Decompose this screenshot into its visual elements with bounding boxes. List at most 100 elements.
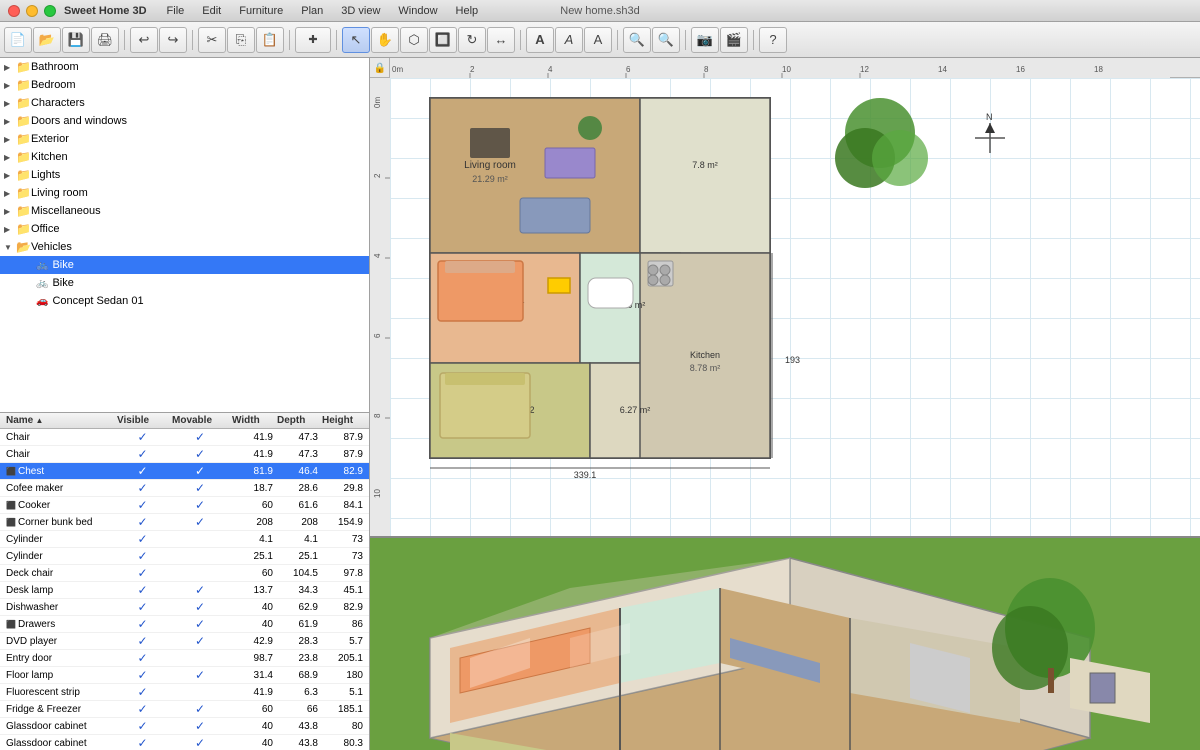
- select-tool[interactable]: ↖: [342, 27, 370, 53]
- add-furniture-button[interactable]: ✚: [295, 27, 331, 53]
- svg-text:0m: 0m: [392, 65, 403, 74]
- tree-office[interactable]: ▶ 📁 Office: [0, 220, 369, 238]
- furn-name: Chair: [4, 449, 115, 460]
- furniture-row[interactable]: Entry door ✓ 98.7 23.8 205.1: [0, 650, 369, 667]
- print-button[interactable]: 🖨: [91, 27, 119, 53]
- furn-width: 31.4: [230, 670, 275, 681]
- furniture-row[interactable]: ⬛Corner bunk bed ✓ ✓ 208 208 154.9: [0, 514, 369, 531]
- furniture-row[interactable]: Chair ✓ ✓ 41.9 47.3 87.9: [0, 446, 369, 463]
- furniture-row[interactable]: Cofee maker ✓ ✓ 18.7 28.6 29.8: [0, 480, 369, 497]
- furn-name: Cofee maker: [4, 483, 115, 494]
- movable-check: ✓: [195, 583, 205, 597]
- text-tool[interactable]: A: [526, 27, 554, 53]
- snapshot-button[interactable]: 📷: [691, 27, 719, 53]
- tree-bedroom[interactable]: ▶ 📁 Bedroom: [0, 76, 369, 94]
- menu-file[interactable]: File: [159, 4, 193, 18]
- furn-height: 86: [320, 619, 365, 630]
- tree-misc[interactable]: ▶ 📁 Miscellaneous: [0, 202, 369, 220]
- view-2d[interactable]: 🔒 0m 2 4 6 8 10 12 14 16 18: [370, 58, 1200, 538]
- furn-name: Floor lamp: [4, 670, 115, 681]
- furniture-row[interactable]: Floor lamp ✓ ✓ 31.4 68.9 180: [0, 667, 369, 684]
- movable-check: ✓: [195, 668, 205, 682]
- header-width[interactable]: Width: [230, 415, 275, 426]
- furn-name: Fridge & Freezer: [4, 704, 115, 715]
- create-room-tool[interactable]: ⬡: [400, 27, 428, 53]
- furniture-row[interactable]: Chair ✓ ✓ 41.9 47.3 87.9: [0, 429, 369, 446]
- tree-kitchen[interactable]: ▶ 📁 Kitchen: [0, 148, 369, 166]
- furniture-tree[interactable]: ▶ 📁 Bathroom ▶ 📁 Bedroom ▶ 📁 Characters …: [0, 58, 369, 413]
- furniture-row[interactable]: ⬛Chest ✓ ✓ 81.9 46.4 82.9: [0, 463, 369, 480]
- minimize-button[interactable]: [26, 5, 38, 17]
- tree-label-bike1: Bike: [52, 259, 73, 271]
- tree-sedan[interactable]: 🚗 Concept Sedan 01: [0, 292, 369, 310]
- close-button[interactable]: [8, 5, 20, 17]
- zoom-in-button[interactable]: 🔍: [652, 27, 680, 53]
- floorplan-area[interactable]: 339.1 193 218.4 335.4 265.4 449.6 363.6 …: [390, 78, 1200, 536]
- furn-depth: 43.8: [275, 738, 320, 749]
- zoom-out-button[interactable]: 🔍: [623, 27, 651, 53]
- tree-exterior[interactable]: ▶ 📁 Exterior: [0, 130, 369, 148]
- help-button[interactable]: ?: [759, 27, 787, 53]
- tree-vehicles[interactable]: ▼ 📂 Vehicles: [0, 238, 369, 256]
- menu-3dview[interactable]: 3D view: [333, 4, 388, 18]
- furniture-row[interactable]: Desk lamp ✓ ✓ 13.7 34.3 45.1: [0, 582, 369, 599]
- toolbar-separator-8: [753, 30, 754, 50]
- furn-height: 80: [320, 721, 365, 732]
- furniture-row[interactable]: ⬛Cooker ✓ ✓ 60 61.6 84.1: [0, 497, 369, 514]
- svg-text:Living room: Living room: [464, 160, 516, 171]
- header-name[interactable]: Name: [4, 415, 115, 426]
- cut-button[interactable]: ✂: [198, 27, 226, 53]
- menu-furniture[interactable]: Furniture: [231, 4, 291, 18]
- tree-characters[interactable]: ▶ 📁 Characters: [0, 94, 369, 112]
- menu-help[interactable]: Help: [448, 4, 487, 18]
- furniture-row[interactable]: Deck chair ✓ 60 104.5 97.8: [0, 565, 369, 582]
- tree-bike1[interactable]: 🚲 Bike: [0, 256, 369, 274]
- furniture-row[interactable]: Cylinder ✓ 4.1 4.1 73: [0, 531, 369, 548]
- tree-living[interactable]: ▶ 📁 Living room: [0, 184, 369, 202]
- new-button[interactable]: 📄: [4, 27, 32, 53]
- furniture-row[interactable]: Dishwasher ✓ ✓ 40 62.9 82.9: [0, 599, 369, 616]
- tree-doors[interactable]: ▶ 📁 Doors and windows: [0, 112, 369, 130]
- view-3d[interactable]: [370, 538, 1200, 750]
- furniture-row[interactable]: Glassdoor cabinet ✓ ✓ 40 43.8 80.3: [0, 735, 369, 750]
- tree-bike2[interactable]: 🚲 Bike: [0, 274, 369, 292]
- furn-depth: 34.3: [275, 585, 320, 596]
- furn-depth: 68.9: [275, 670, 320, 681]
- tree-bathroom[interactable]: ▶ 📁 Bathroom: [0, 58, 369, 76]
- save-button[interactable]: 💾: [62, 27, 90, 53]
- text-size-tool[interactable]: A: [584, 27, 612, 53]
- video-button[interactable]: 🎬: [720, 27, 748, 53]
- movable-check: ✓: [195, 617, 205, 631]
- menu-window[interactable]: Window: [390, 4, 445, 18]
- furn-visible: ✓: [115, 668, 170, 682]
- furniture-row[interactable]: ⬛Drawers ✓ ✓ 40 61.9 86: [0, 616, 369, 633]
- furniture-row[interactable]: Fridge & Freezer ✓ ✓ 60 66 185.1: [0, 701, 369, 718]
- furniture-row[interactable]: Cylinder ✓ 25.1 25.1 73: [0, 548, 369, 565]
- undo-button[interactable]: ↩: [130, 27, 158, 53]
- paste-button[interactable]: 📋: [256, 27, 284, 53]
- zoom-button[interactable]: [44, 5, 56, 17]
- rotate-tool[interactable]: ↻: [458, 27, 486, 53]
- furn-visible: ✓: [115, 532, 170, 546]
- dimension-tool[interactable]: ↔: [487, 27, 515, 53]
- header-movable[interactable]: Movable: [170, 415, 230, 426]
- title-bar: Sweet Home 3D File Edit Furniture Plan 3…: [0, 0, 1200, 22]
- text-style-tool[interactable]: A: [555, 27, 583, 53]
- header-visible[interactable]: Visible: [115, 415, 170, 426]
- header-height[interactable]: Height: [320, 415, 365, 426]
- redo-button[interactable]: ↪: [159, 27, 187, 53]
- visible-check: ✓: [137, 651, 147, 665]
- tree-lights[interactable]: ▶ 📁 Lights: [0, 166, 369, 184]
- furniture-row[interactable]: DVD player ✓ ✓ 42.9 28.3 5.7: [0, 633, 369, 650]
- furn-visible: ✓: [115, 600, 170, 614]
- furniture-row[interactable]: Fluorescent strip ✓ 41.9 6.3 5.1: [0, 684, 369, 701]
- furniture-list[interactable]: Name Visible Movable Width Depth Height …: [0, 413, 369, 750]
- copy-button[interactable]: ⎘: [227, 27, 255, 53]
- menu-plan[interactable]: Plan: [293, 4, 331, 18]
- header-depth[interactable]: Depth: [275, 415, 320, 426]
- pan-tool[interactable]: ✋: [371, 27, 399, 53]
- draw-wall-tool[interactable]: 🔲: [429, 27, 457, 53]
- furniture-row[interactable]: Glassdoor cabinet ✓ ✓ 40 43.8 80: [0, 718, 369, 735]
- menu-edit[interactable]: Edit: [194, 4, 229, 18]
- open-button[interactable]: 📂: [33, 27, 61, 53]
